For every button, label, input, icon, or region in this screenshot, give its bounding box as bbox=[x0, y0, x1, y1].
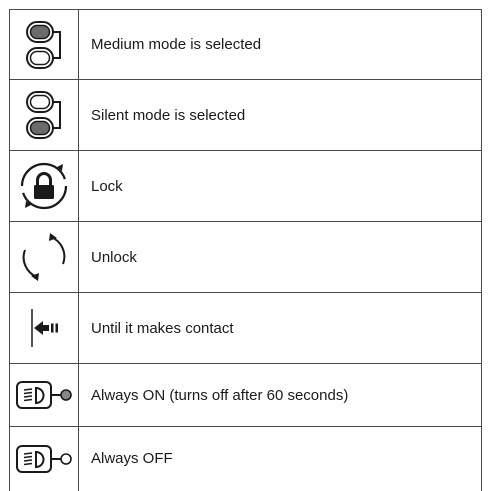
icon-legend-table: Medium mode is selected Silent mode is s… bbox=[9, 9, 482, 491]
legend-label: Medium mode is selected bbox=[78, 9, 482, 80]
legend-row: Always ON (turns off after 60 seconds) bbox=[9, 363, 482, 427]
legend-label: Unlock bbox=[78, 221, 482, 293]
medium-mode-icon bbox=[26, 20, 61, 69]
icon-cell bbox=[9, 79, 79, 151]
legend-row: Lock bbox=[9, 150, 482, 222]
legend-row: Medium mode is selected bbox=[9, 9, 482, 80]
light-always-off-icon bbox=[16, 444, 72, 473]
light-always-on-icon bbox=[16, 381, 72, 409]
legend-label: Always ON (turns off after 60 seconds) bbox=[78, 363, 482, 427]
icon-cell bbox=[9, 363, 79, 427]
icon-cell bbox=[9, 9, 79, 80]
legend-row: Silent mode is selected bbox=[9, 79, 482, 151]
icon-cell bbox=[9, 292, 79, 364]
legend-label: Always OFF bbox=[78, 426, 482, 491]
contact-arrow-icon bbox=[31, 309, 58, 347]
legend-row: Always OFF bbox=[9, 426, 482, 491]
icon-cell bbox=[9, 221, 79, 293]
legend-label: Until it makes contact bbox=[78, 292, 482, 364]
unlock-icon bbox=[22, 233, 66, 281]
legend-label: Lock bbox=[78, 150, 482, 222]
lock-icon bbox=[20, 162, 68, 210]
legend-row: Unlock bbox=[9, 221, 482, 293]
icon-cell bbox=[9, 426, 79, 491]
icon-cell bbox=[9, 150, 79, 222]
silent-mode-icon bbox=[26, 91, 61, 139]
legend-label: Silent mode is selected bbox=[78, 79, 482, 151]
legend-row: Until it makes contact bbox=[9, 292, 482, 364]
